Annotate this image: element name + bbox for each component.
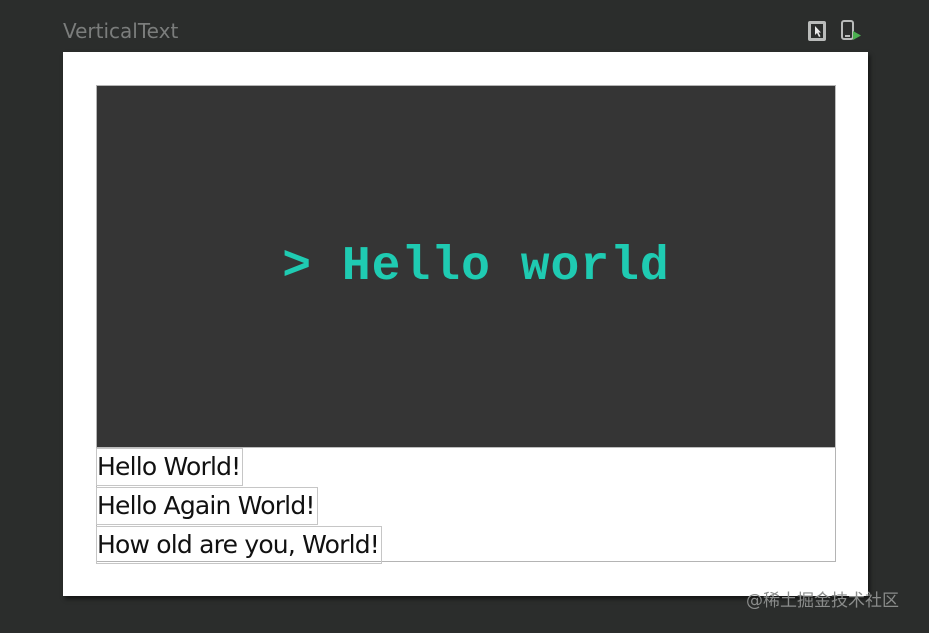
text-view-how-old-are-you: How old are you, World! <box>96 526 383 564</box>
text-view-hello-again-world: Hello Again World! <box>96 487 318 525</box>
device-preview-frame: > Hello world Hello World! Hello Again W… <box>63 52 868 596</box>
interactive-mode-icon[interactable] <box>807 20 829 42</box>
text-view-hello-world: Hello World! <box>96 448 244 486</box>
layout-bounds: > Hello world Hello World! Hello Again W… <box>96 85 836 564</box>
preview-title: VerticalText <box>63 19 179 43</box>
terminal-text: > Hello world <box>282 239 670 294</box>
terminal-view: > Hello world <box>97 86 836 448</box>
deploy-to-device-icon[interactable] <box>840 20 862 42</box>
watermark: @稀土掘金技术社区 <box>746 591 899 611</box>
